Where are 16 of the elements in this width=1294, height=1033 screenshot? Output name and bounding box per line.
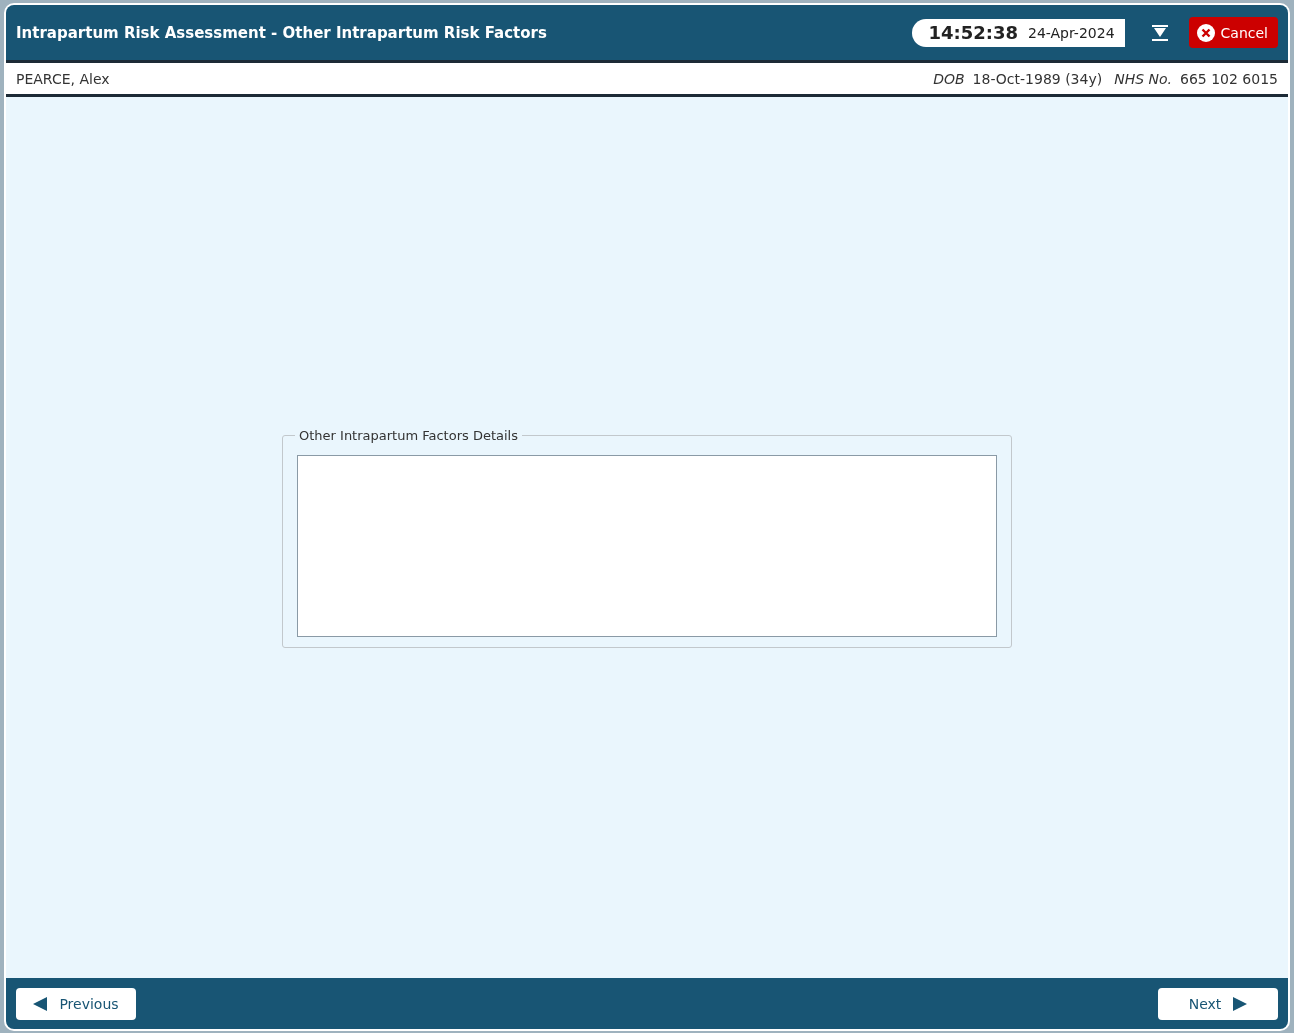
dob-label: DOB <box>933 70 965 87</box>
right-arrow-icon <box>1233 996 1248 1011</box>
close-icon <box>1196 23 1215 42</box>
next-button[interactable]: Next <box>1158 987 1278 1020</box>
cancel-button[interactable]: Cancel <box>1188 17 1278 48</box>
dob-value: 18-Oct-1989 (34y) <box>972 70 1103 87</box>
left-arrow-icon <box>33 996 48 1011</box>
window-title: Intrapartum Risk Assessment - Other Intrapartum Risk Factors <box>16 23 548 42</box>
clock-date: 24-Apr-2024 <box>1028 24 1115 41</box>
nhs-value: 665 102 6015 <box>1180 70 1278 87</box>
nhs-label: NHS No. <box>1114 70 1172 87</box>
clock-time: 14:52:38 <box>928 22 1018 43</box>
patient-name: PEARCE, Alex <box>16 70 110 87</box>
previous-button[interactable]: Previous <box>16 987 136 1020</box>
funnel-icon[interactable] <box>1150 23 1169 42</box>
group-label: Other Intrapartum Factors Details <box>298 427 519 443</box>
